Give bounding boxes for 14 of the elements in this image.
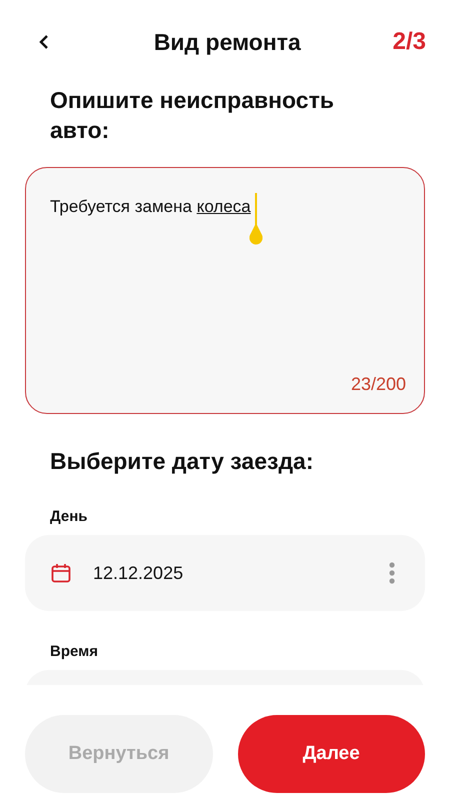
screen-title: Вид ремонта <box>152 28 302 56</box>
description-text: Требуется замена колеса <box>50 196 251 218</box>
section-heading: Выберите дату заезда: <box>50 447 314 476</box>
description-field[interactable]: Требуется замена колеса 23/200 <box>25 167 425 414</box>
field-label: Время <box>50 643 99 660</box>
next-button[interactable]: Далее <box>238 715 425 793</box>
date-value: 12.12.2025 <box>93 562 184 584</box>
more-icon[interactable] <box>389 562 395 584</box>
character-counter: 23/200 <box>350 374 406 395</box>
field-label: День <box>50 508 88 525</box>
calendar-icon <box>51 563 71 583</box>
date-field[interactable]: 12.12.2025 <box>25 535 425 611</box>
step-counter: 2/3 <box>392 28 426 56</box>
section-heading: Опишите неисправность авто: <box>50 86 335 145</box>
